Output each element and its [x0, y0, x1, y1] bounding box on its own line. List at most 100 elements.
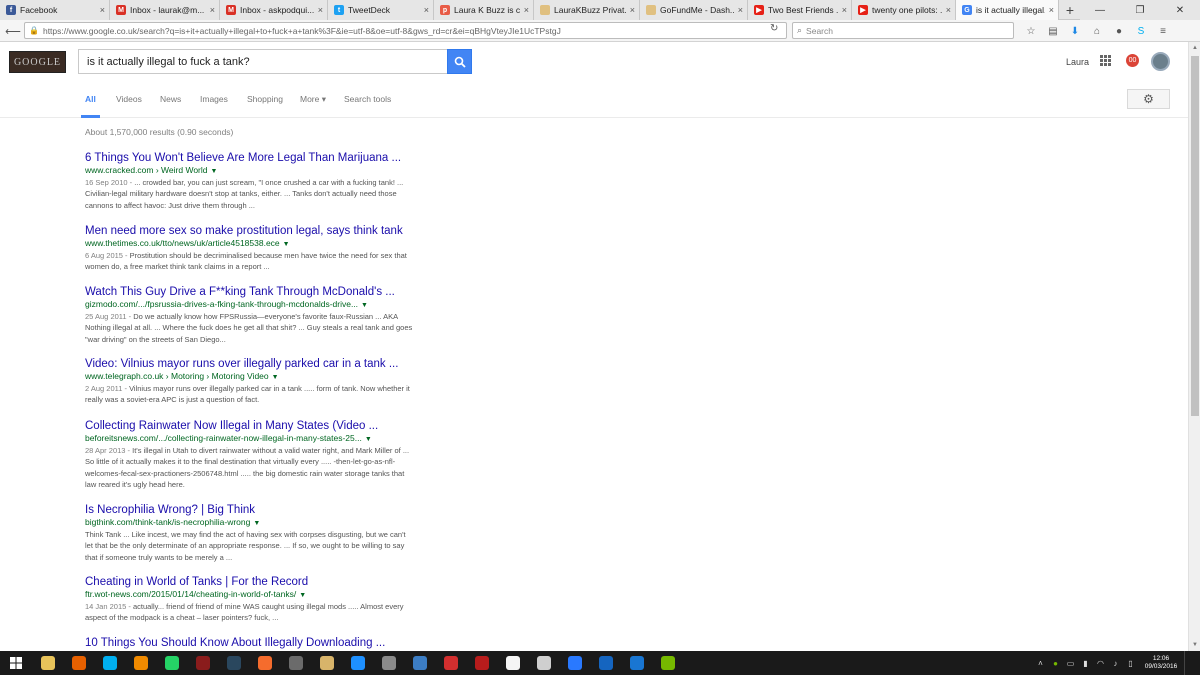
- battery-icon[interactable]: ▮: [1078, 659, 1093, 668]
- scroll-up-arrow-icon[interactable]: ▲: [1189, 42, 1200, 54]
- taskbar-app[interactable]: [280, 651, 311, 675]
- browser-tab[interactable]: f Facebook ×: [0, 0, 110, 20]
- tab-all[interactable]: All: [85, 94, 96, 104]
- url-bar[interactable]: 🔒 https://www.google.co.uk/search?q=is+i…: [24, 22, 787, 39]
- taskbar-app[interactable]: [32, 651, 63, 675]
- download-icon[interactable]: ⬇: [1064, 26, 1086, 37]
- tab-videos[interactable]: Videos: [116, 94, 142, 104]
- tab-more[interactable]: More ▾: [300, 94, 326, 105]
- caret-down-icon[interactable]: ▼: [211, 168, 218, 175]
- caret-down-icon[interactable]: ▼: [365, 436, 372, 443]
- browser-tab[interactable]: M Inbox - laurak@m... ×: [110, 0, 220, 20]
- google-search-input[interactable]: is it actually illegal to fuck a tank?: [78, 49, 447, 74]
- google-search-button[interactable]: [447, 49, 472, 74]
- caret-down-icon[interactable]: ▼: [283, 241, 290, 248]
- reading-list-icon[interactable]: ▤: [1042, 26, 1064, 37]
- result-title-link[interactable]: Cheating in World of Tanks | For the Rec…: [85, 575, 415, 589]
- action-center-button[interactable]: [1184, 651, 1200, 675]
- result-title-link[interactable]: 10 Things You Should Know About Illegall…: [85, 636, 415, 650]
- close-tab-icon[interactable]: ×: [738, 5, 743, 15]
- reload-icon[interactable]: ↻: [770, 23, 778, 34]
- browser-tab[interactable]: t TweetDeck ×: [328, 0, 434, 20]
- wifi-icon[interactable]: ◠: [1093, 659, 1108, 668]
- result-title-link[interactable]: Collecting Rainwater Now Illegal in Many…: [85, 419, 415, 433]
- back-button[interactable]: ⟵: [4, 22, 22, 40]
- taskbar-app[interactable]: [125, 651, 156, 675]
- taskbar-app[interactable]: [497, 651, 528, 675]
- caret-down-icon[interactable]: ▼: [299, 592, 306, 599]
- close-tab-icon[interactable]: ×: [318, 5, 323, 15]
- close-tab-icon[interactable]: ×: [842, 5, 847, 15]
- bookmark-star-icon[interactable]: ☆: [1020, 26, 1042, 37]
- settings-button[interactable]: ⚙: [1127, 89, 1170, 109]
- close-tab-icon[interactable]: ×: [424, 5, 429, 15]
- message-icon[interactable]: ▯: [1123, 659, 1138, 668]
- close-tab-icon[interactable]: ×: [210, 5, 215, 15]
- caret-down-icon[interactable]: ▼: [253, 520, 260, 527]
- close-window-button[interactable]: ✕: [1160, 5, 1200, 16]
- browser-tab[interactable]: p Laura K Buzz is cre... ×: [434, 0, 534, 20]
- browser-tab[interactable]: LauraKBuzz Privat... ×: [534, 0, 640, 20]
- minimize-button[interactable]: —: [1080, 5, 1120, 16]
- taskbar-app[interactable]: [528, 651, 559, 675]
- taskbar-app[interactable]: [404, 651, 435, 675]
- scroll-down-arrow-icon[interactable]: ▼: [1189, 639, 1200, 651]
- clock[interactable]: 12:06 09/03/2016: [1138, 655, 1184, 671]
- taskbar-app[interactable]: [590, 651, 621, 675]
- apps-grid-icon[interactable]: [1100, 55, 1111, 66]
- taskbar-app[interactable]: [652, 651, 683, 675]
- skype-icon[interactable]: S: [1130, 26, 1152, 37]
- browser-tab[interactable]: Gis it actually illegal... ×: [956, 0, 1059, 20]
- google-logo[interactable]: GOOGLE: [9, 51, 66, 73]
- result-title-link[interactable]: Watch This Guy Drive a F**king Tank Thro…: [85, 285, 415, 299]
- browser-tab[interactable]: GoFundMe - Dash... ×: [640, 0, 748, 20]
- close-tab-icon[interactable]: ×: [1049, 5, 1054, 15]
- result-title-link[interactable]: 6 Things You Won't Believe Are More Lega…: [85, 151, 415, 165]
- close-tab-icon[interactable]: ×: [630, 5, 635, 15]
- new-tab-button[interactable]: +: [1059, 0, 1081, 19]
- tray-app-icon[interactable]: ●: [1048, 659, 1063, 668]
- tab-search-tools[interactable]: Search tools: [344, 94, 391, 104]
- close-tab-icon[interactable]: ×: [524, 5, 529, 15]
- browser-tab[interactable]: ▶ twenty one pilots: ... ×: [852, 0, 956, 20]
- taskbar-app[interactable]: [218, 651, 249, 675]
- tab-shopping[interactable]: Shopping: [247, 94, 283, 104]
- taskbar-app[interactable]: [373, 651, 404, 675]
- browser-tab[interactable]: M Inbox - askpodqui... ×: [220, 0, 328, 20]
- taskbar-app[interactable]: [156, 651, 187, 675]
- result-title-link[interactable]: Men need more sex so make prostitution l…: [85, 224, 415, 238]
- taskbar-app[interactable]: [94, 651, 125, 675]
- chevron-up-icon[interactable]: ˄: [1033, 659, 1048, 668]
- maximize-button[interactable]: ❐: [1120, 5, 1160, 16]
- browser-search-box[interactable]: ⌕ Search: [792, 22, 1014, 39]
- vertical-scrollbar[interactable]: ▲ ▼: [1188, 42, 1200, 651]
- notifications-badge[interactable]: 00: [1126, 54, 1139, 67]
- user-name[interactable]: Laura: [1066, 57, 1089, 67]
- browser-tab[interactable]: ▶ Two Best Friends ... ×: [748, 0, 852, 20]
- home-icon[interactable]: ⌂: [1086, 26, 1108, 37]
- tab-images[interactable]: Images: [200, 94, 228, 104]
- taskbar-app[interactable]: [466, 651, 497, 675]
- result-title-link[interactable]: Video: Vilnius mayor runs over illegally…: [85, 357, 415, 371]
- caret-down-icon[interactable]: ▼: [272, 374, 279, 381]
- taskbar-app[interactable]: [187, 651, 218, 675]
- avatar[interactable]: [1151, 52, 1170, 71]
- taskbar-app[interactable]: [63, 651, 94, 675]
- scrollbar-thumb[interactable]: [1191, 56, 1199, 416]
- close-tab-icon[interactable]: ×: [946, 5, 951, 15]
- chat-icon[interactable]: ●: [1108, 26, 1130, 37]
- taskbar-app[interactable]: [249, 651, 280, 675]
- start-button[interactable]: [0, 651, 32, 675]
- menu-icon[interactable]: ≡: [1152, 26, 1174, 37]
- result-title-link[interactable]: Is Necrophilia Wrong? | Big Think: [85, 503, 415, 517]
- close-tab-icon[interactable]: ×: [100, 5, 105, 15]
- network-icon[interactable]: ▭: [1063, 659, 1078, 668]
- volume-icon[interactable]: ♪: [1108, 659, 1123, 668]
- taskbar-app[interactable]: [435, 651, 466, 675]
- taskbar-app[interactable]: [621, 651, 652, 675]
- tab-news[interactable]: News: [160, 94, 181, 104]
- taskbar-app[interactable]: [311, 651, 342, 675]
- taskbar-app[interactable]: [559, 651, 590, 675]
- taskbar-app[interactable]: [342, 651, 373, 675]
- caret-down-icon[interactable]: ▼: [361, 302, 368, 309]
